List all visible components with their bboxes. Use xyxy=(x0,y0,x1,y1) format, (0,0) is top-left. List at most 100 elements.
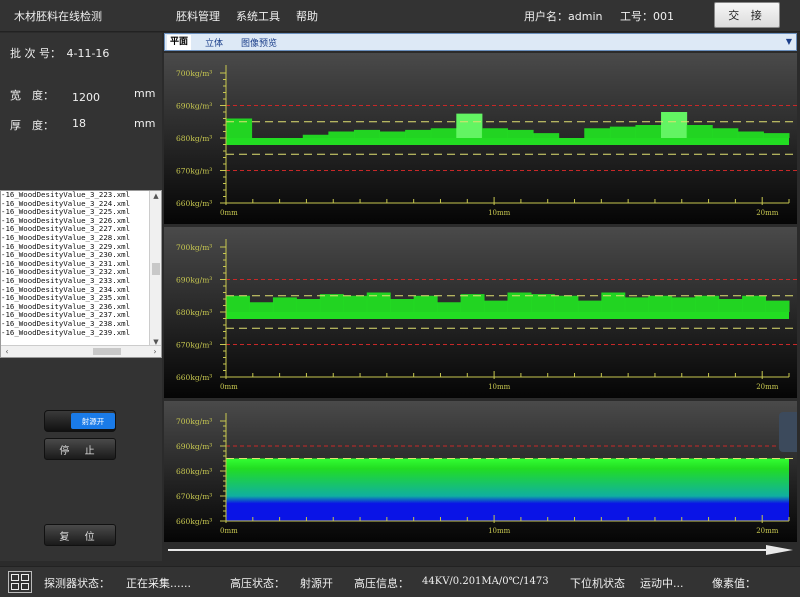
worker-id-label: 工号：001 xyxy=(620,10,674,23)
y-tick-label: 660kg/m³ xyxy=(176,199,212,208)
density-bar xyxy=(686,125,713,138)
app-title: 木材胚料在线检测 xyxy=(14,10,102,23)
width-unit: mm xyxy=(134,87,156,100)
density-chart-2: 700kg/m³ 690kg/m³ 680kg/m³ 670kg/m³ 660kg/m³… xyxy=(164,227,797,398)
status-bar: 探测器状态： 正在采集...... 高压状态： 射源开 高压信息： 44KV/0… xyxy=(0,566,800,597)
x-tick-label: 20mm xyxy=(756,383,779,391)
file-list-items: -16_WoodDesityValue_3_223.xml -16_WoodDes… xyxy=(1,191,149,337)
density-bar xyxy=(609,126,636,138)
grid-menu-icon[interactable] xyxy=(8,571,32,593)
density-bar xyxy=(353,129,381,138)
handover-button[interactable]: 交 接 xyxy=(714,2,780,28)
density-bar xyxy=(328,131,355,138)
density-bar xyxy=(249,302,274,312)
tab-plane[interactable]: 平面 xyxy=(167,35,192,50)
density-chart-2-svg: 700kg/m³ 690kg/m³ 680kg/m³ 670kg/m³ 660kg/m³… xyxy=(176,239,797,391)
density-bar xyxy=(763,133,790,138)
density-bar xyxy=(765,300,790,312)
density-bar xyxy=(671,297,696,312)
density-bar xyxy=(272,297,297,312)
y-tick-label: 660kg/m³ xyxy=(176,373,212,382)
density-bar xyxy=(405,129,432,138)
pixel-value-label: 像素值： xyxy=(712,577,756,590)
batch-label: 批 次 号： xyxy=(10,47,61,60)
scroll-up-icon[interactable]: ▲ xyxy=(150,191,161,201)
menu-system-tools[interactable]: 系统工具 xyxy=(236,8,280,24)
hv-info-label: 高压信息： xyxy=(354,577,409,590)
menu-blank-management[interactable]: 胚料管理 xyxy=(176,8,220,24)
scroll-right-icon[interactable]: › xyxy=(149,346,161,357)
stop-button[interactable]: 停 止 xyxy=(44,438,116,460)
density-bar xyxy=(390,299,415,312)
y-tick-label: 690kg/m³ xyxy=(176,102,212,111)
scroll-left-icon[interactable]: ‹ xyxy=(1,346,13,357)
left-panel: 批 次 号： 4-11-16 宽 度： 1200 mm 厚 度： 18 mm -… xyxy=(0,33,162,561)
top-bar: 木材胚料在线检测 胚料管理 系统工具 帮助 用户名：admin 工号：001 交… xyxy=(0,0,800,32)
width-row: 宽 度： 1200 mm xyxy=(10,87,160,104)
width-label: 宽 度： xyxy=(10,89,54,102)
density-bar xyxy=(413,295,438,312)
density-bar xyxy=(554,295,579,312)
density-bar xyxy=(624,297,649,312)
source-toggle[interactable]: 射源开 xyxy=(44,410,116,432)
file-list-vscroll[interactable]: ▲ ▼ xyxy=(149,191,161,347)
density-bar xyxy=(430,128,457,138)
density-bar xyxy=(737,131,764,138)
y-tick-label: 670kg/m³ xyxy=(176,167,212,176)
density-chart-1: 700kg/m³ 690kg/m³ 680kg/m³ 670kg/m³ 660kg/m³… xyxy=(164,53,797,224)
density-chart-1-svg: 700kg/m³ 690kg/m³ 680kg/m³ 670kg/m³ 660kg/m³… xyxy=(176,65,797,217)
plc-status-label: 下位机状态 xyxy=(570,577,625,590)
density-bar xyxy=(319,294,344,312)
tab-dropdown-icon[interactable]: ▼ xyxy=(786,37,792,46)
file-list[interactable]: -16_WoodDesityValue_3_223.xml -16_WoodDes… xyxy=(0,190,162,358)
x-tick-label: 20mm xyxy=(756,527,779,535)
thickness-label: 厚 度： xyxy=(10,119,54,132)
y-tick-label: 690kg/m³ xyxy=(176,276,212,285)
side-handle-icon[interactable] xyxy=(779,412,797,452)
tab-3d[interactable]: 立体 xyxy=(205,36,223,49)
reset-button[interactable]: 复 位 xyxy=(44,524,116,546)
density-base-band xyxy=(226,312,789,319)
hv-status-value: 射源开 xyxy=(300,577,333,590)
density-bar xyxy=(742,295,767,312)
menu-help[interactable]: 帮助 xyxy=(296,8,318,24)
thickness-row: 厚 度： 18 mm xyxy=(10,117,160,133)
y-tick-label: 680kg/m³ xyxy=(176,308,212,317)
density-bar xyxy=(530,294,555,312)
density-bar xyxy=(584,128,611,138)
x-tick-label: 0mm xyxy=(220,383,238,391)
density-bar xyxy=(379,131,406,138)
density-base-band xyxy=(226,138,789,145)
view-tabs: 平面 立体 图像预览 ▼ xyxy=(164,33,797,51)
y-tick-label: 670kg/m³ xyxy=(176,341,212,350)
y-tick-label: 700kg/m³ xyxy=(176,417,212,426)
density-bar xyxy=(661,112,688,138)
x-tick-label: 10mm xyxy=(488,383,511,391)
scan-progress-arrow xyxy=(168,545,793,555)
density-bar xyxy=(343,295,368,312)
density-bar xyxy=(484,300,508,312)
tab-image-preview[interactable]: 图像预览 xyxy=(241,36,277,49)
y-tick-label: 680kg/m³ xyxy=(176,134,212,143)
density-bar xyxy=(226,295,250,312)
density-bar xyxy=(507,129,534,138)
density-bar xyxy=(533,133,560,138)
density-bar xyxy=(460,294,485,312)
batch-row: 批 次 号： 4-11-16 xyxy=(10,45,109,61)
width-value: 1200 xyxy=(72,91,100,104)
density-bar xyxy=(296,299,321,312)
x-tick-label: 10mm xyxy=(488,527,511,535)
vscroll-thumb[interactable] xyxy=(152,263,160,275)
file-list-item[interactable]: -16_WoodDesityValue_3_239.xml xyxy=(1,328,149,338)
hscroll-thumb[interactable] xyxy=(93,348,121,355)
x-tick-label: 20mm xyxy=(756,209,779,217)
density-bar xyxy=(456,113,483,138)
density-heatmap-svg: 700kg/m³ 690kg/m³ 680kg/m³ 670kg/m³ 660kg/m³… xyxy=(176,413,797,535)
density-bar xyxy=(712,128,739,138)
detector-status-value: 正在采集...... xyxy=(126,577,191,590)
thickness-unit: mm xyxy=(134,117,156,130)
file-list-hscroll[interactable]: ‹ › xyxy=(1,345,161,357)
x-tick-label: 10mm xyxy=(488,209,511,217)
detector-status-label: 探测器状态： xyxy=(44,577,110,590)
y-tick-label: 690kg/m³ xyxy=(176,442,212,451)
